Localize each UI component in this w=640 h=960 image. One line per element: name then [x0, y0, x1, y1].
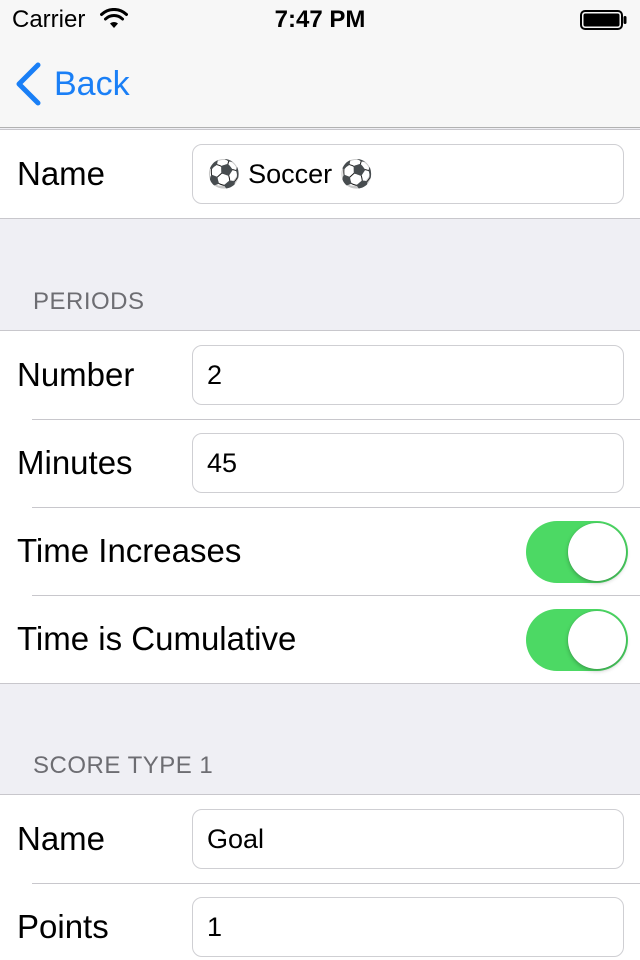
period-number-field[interactable]: 2	[192, 345, 624, 405]
time-increases-label: Time Increases	[17, 532, 242, 569]
score-name-label: Name	[17, 820, 106, 857]
status-time: 7:47 PM	[274, 6, 366, 33]
periods-section: Number 2 Minutes 45 Time Increases Time …	[0, 330, 640, 684]
time-increases-row: Time Increases	[0, 507, 640, 595]
points-row: Points 1	[0, 883, 640, 960]
points-field[interactable]: 1	[192, 897, 624, 957]
toggle-knob	[568, 523, 626, 581]
score-type-1-section: Name Goal Points 1	[0, 794, 640, 960]
sport-name-field[interactable]: ⚽ Soccer ⚽	[192, 144, 624, 204]
score-name-row: Name Goal	[0, 795, 640, 883]
periods-header: PERIODS	[33, 288, 145, 315]
number-row: Number 2	[0, 331, 640, 419]
time-cumulative-row: Time is Cumulative	[0, 595, 640, 683]
period-minutes-field[interactable]: 45	[192, 433, 624, 493]
back-button[interactable]: Back	[14, 62, 130, 106]
general-section: Name ⚽ Soccer ⚽	[0, 129, 640, 219]
time-cumulative-label: Time is Cumulative	[17, 620, 297, 657]
battery-icon	[580, 10, 627, 30]
name-row: Name ⚽ Soccer ⚽	[0, 130, 640, 218]
minutes-row: Minutes 45	[0, 419, 640, 507]
score-type-1-header: SCORE TYPE 1	[33, 752, 214, 779]
time-increases-toggle[interactable]	[526, 521, 628, 583]
points-label: Points	[17, 908, 109, 945]
chevron-left-icon	[16, 62, 41, 106]
minutes-label: Minutes	[17, 444, 133, 481]
back-label: Back	[54, 64, 130, 103]
navigation-bar: Back	[0, 40, 640, 128]
score-name-field[interactable]: Goal	[192, 809, 624, 869]
time-cumulative-toggle[interactable]	[526, 609, 628, 671]
status-bar: Carrier 7:47 PM	[0, 0, 640, 40]
number-label: Number	[17, 356, 135, 393]
name-label: Name	[17, 155, 106, 192]
toggle-knob	[568, 611, 626, 669]
